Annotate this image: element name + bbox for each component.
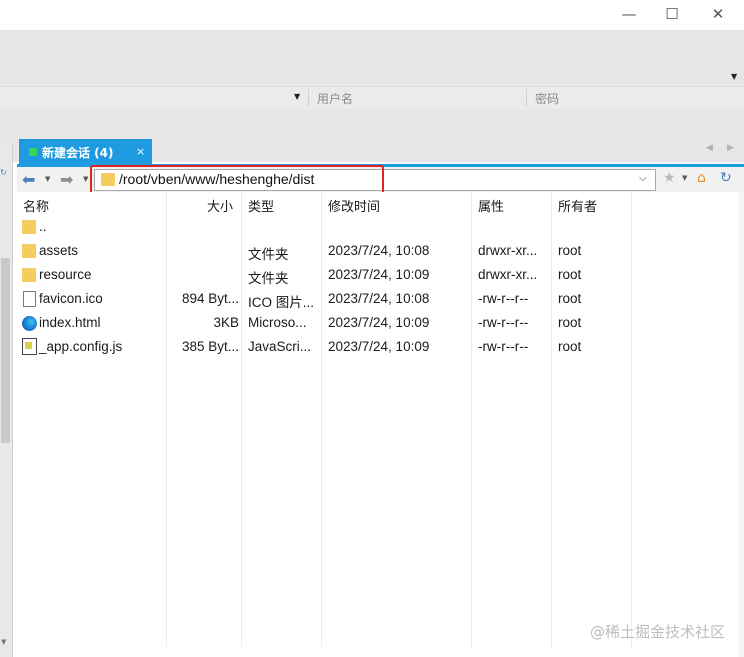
js-file-icon <box>22 338 37 355</box>
file-owner: root <box>558 315 582 330</box>
file-modified: 2023/7/24, 10:09 <box>328 315 430 330</box>
file-owner: root <box>558 339 582 354</box>
edge-icon <box>22 316 37 331</box>
home-folder-icon[interactable]: ⌂ <box>697 170 706 186</box>
file-attributes: -rw-r--r-- <box>478 291 529 306</box>
path-dropdown-icon[interactable]: ⌵ <box>639 173 647 184</box>
password-field[interactable]: 密码 <box>535 90 559 107</box>
file-size: 894 Byt... <box>181 291 239 306</box>
title-bar: — ☐ ✕ <box>0 0 744 30</box>
scroll-down-icon[interactable]: ▼ <box>1 638 10 648</box>
table-row[interactable]: index.html 3KB Microso... 2023/7/24, 10:… <box>17 312 744 336</box>
back-icon[interactable]: ⬅ <box>22 170 35 189</box>
username-field[interactable]: 用户名 <box>317 90 353 107</box>
table-row[interactable]: _app.config.js 385 Byt... JavaScri... 20… <box>17 336 744 360</box>
file-name: assets <box>39 243 79 258</box>
file-type: 文件夹 <box>248 271 289 286</box>
back-history-dropdown-icon[interactable]: ▼ <box>45 175 50 183</box>
file-modified: 2023/7/24, 10:09 <box>328 339 430 354</box>
file-type: 文件夹 <box>248 247 289 262</box>
connected-status-icon <box>29 148 37 156</box>
file-type: Microso... <box>248 315 307 330</box>
toolbar-dropdown-icon[interactable]: ▼ <box>731 72 737 81</box>
refresh-icon[interactable]: ↻ <box>720 170 732 186</box>
file-modified: 2023/7/24, 10:09 <box>328 267 430 282</box>
file-modified: 2023/7/24, 10:08 <box>328 291 430 306</box>
file-owner: root <box>558 291 582 306</box>
tab-close-icon[interactable]: × <box>136 145 145 158</box>
file-name: _app.config.js <box>39 339 123 354</box>
file-attributes: drwxr-xr... <box>478 243 538 258</box>
toolbar-area: ▼ <box>0 30 744 86</box>
divider <box>308 89 309 107</box>
file-name: index.html <box>39 315 101 330</box>
table-row[interactable]: favicon.ico 894 Byt... ICO 图片... 2023/7/… <box>17 288 744 312</box>
column-header-owner[interactable]: 所有者 <box>558 196 597 215</box>
column-header-type[interactable]: 类型 <box>248 196 274 215</box>
file-owner: root <box>558 267 582 282</box>
column-header-modified[interactable]: 修改时间 <box>328 196 380 215</box>
file-list: 名称 大小 类型 修改时间 属性 所有者 .. assets 文件夹 2023/… <box>17 192 744 657</box>
table-row-parent[interactable]: .. <box>17 216 744 240</box>
file-modified: 2023/7/24, 10:08 <box>328 243 430 258</box>
file-name: resource <box>39 267 92 282</box>
file-owner: root <box>558 243 582 258</box>
file-attributes: -rw-r--r-- <box>478 339 529 354</box>
file-type: JavaScri... <box>248 339 312 354</box>
column-header-size[interactable]: 大小 <box>207 196 233 215</box>
forward-icon[interactable]: ➡ <box>60 170 73 189</box>
file-attributes: drwxr-xr... <box>478 267 538 282</box>
maximize-icon[interactable]: ☐ <box>659 4 685 24</box>
column-header-attributes[interactable]: 属性 <box>478 196 504 215</box>
scrollbar-thumb[interactable] <box>1 258 10 443</box>
folder-icon <box>22 220 36 234</box>
host-dropdown-icon[interactable]: ▼ <box>294 92 300 101</box>
table-row[interactable]: resource 文件夹 2023/7/24, 10:09 drwxr-xr..… <box>17 264 744 288</box>
tab-session-label: 新建会话 (4) <box>42 146 114 160</box>
forward-history-dropdown-icon[interactable]: ▼ <box>83 175 88 183</box>
close-icon[interactable]: ✕ <box>705 4 731 24</box>
refresh-icon[interactable]: ↻ <box>0 168 10 177</box>
file-type: ICO 图片... <box>248 295 315 310</box>
tab-scroll-left-icon[interactable]: ◀ <box>706 143 713 153</box>
file-name: favicon.ico <box>39 291 103 306</box>
file-name: .. <box>39 219 47 234</box>
table-row[interactable]: assets 文件夹 2023/7/24, 10:08 drwxr-xr... … <box>17 240 744 264</box>
file-size: 385 Byt... <box>181 339 239 354</box>
watermark-text: @稀土掘金技术社区 <box>590 623 726 641</box>
left-pane-scrollbar[interactable]: ↻ ▼ <box>0 143 13 657</box>
tab-scroll-right-icon[interactable]: ▶ <box>727 143 734 153</box>
file-icon <box>23 291 36 307</box>
folder-icon <box>22 268 36 282</box>
file-size: 3KB <box>213 315 239 330</box>
file-attributes: -rw-r--r-- <box>478 315 529 330</box>
tab-session[interactable]: 新建会话 (4) × <box>19 139 152 164</box>
bookmark-dropdown-icon[interactable]: ▼ <box>682 174 687 182</box>
right-pane-edge <box>739 192 744 657</box>
bookmark-star-icon[interactable]: ★ <box>663 170 676 186</box>
divider <box>526 89 527 107</box>
folder-icon <box>22 244 36 258</box>
connection-row: ▼ 用户名 密码 <box>0 86 744 110</box>
minimize-icon[interactable]: — <box>616 4 642 24</box>
column-header-name[interactable]: 名称 <box>23 196 49 215</box>
